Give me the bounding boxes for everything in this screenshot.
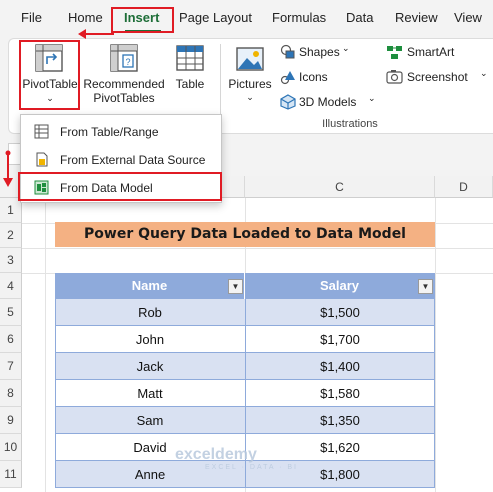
- tab-page-layout[interactable]: Page Layout: [179, 10, 252, 25]
- table-icon: [176, 45, 204, 71]
- gridline: [435, 198, 436, 492]
- screenshot-icon: [386, 70, 403, 84]
- gridline: [22, 248, 493, 249]
- tab-review[interactable]: Review: [395, 10, 438, 25]
- name-cell[interactable]: Jack: [55, 353, 245, 380]
- 3d-models-chevron-icon: ⌄: [368, 93, 376, 103]
- pictures-icon: [236, 47, 264, 71]
- filter-dropdown-icon[interactable]: ▼: [418, 279, 433, 294]
- salary-cell[interactable]: $1,350: [245, 407, 435, 434]
- table-header-salary[interactable]: Salary: [245, 273, 435, 299]
- column-header-c[interactable]: C: [245, 176, 435, 198]
- svg-text:?: ?: [125, 57, 130, 67]
- row-header-3[interactable]: 3: [0, 248, 22, 273]
- name-cell[interactable]: Rob: [55, 299, 245, 326]
- 3d-models-icon: [280, 94, 296, 110]
- table-button[interactable]: Table: [170, 40, 210, 96]
- watermark-name: exceldemy: [175, 446, 257, 463]
- icons-icon: [280, 71, 295, 85]
- row-header-2[interactable]: 2: [0, 223, 22, 248]
- menu-item-label: From Table/Range: [60, 125, 159, 139]
- tab-formulas[interactable]: Formulas: [272, 10, 326, 25]
- tab-file[interactable]: File: [21, 10, 42, 25]
- row-header-10[interactable]: 10: [0, 434, 22, 461]
- recommended-pivottables-icon: ?: [110, 44, 138, 72]
- illustrations-group-label: Illustrations: [322, 118, 378, 130]
- row-header-9[interactable]: 9: [0, 407, 22, 434]
- shapes-icon: [280, 44, 295, 59]
- screenshot-label: Screenshot: [407, 70, 468, 84]
- icons-label: Icons: [299, 70, 328, 84]
- salary-cell[interactable]: $1,400: [245, 353, 435, 380]
- pivottable-highlight: [19, 40, 80, 110]
- row-header-11[interactable]: 11: [0, 461, 22, 488]
- table-range-icon: [34, 124, 49, 139]
- external-data-icon: [36, 152, 48, 167]
- name-cell[interactable]: John: [55, 326, 245, 353]
- screenshot-button[interactable]: Screenshot ⌄: [386, 67, 488, 87]
- row-header-6[interactable]: 6: [0, 326, 22, 353]
- filter-dropdown-icon[interactable]: ▼: [228, 279, 243, 294]
- 3d-models-button[interactable]: 3D Models ⌄: [280, 92, 380, 112]
- menu-item-from-external-data-source[interactable]: From External Data Source: [21, 146, 221, 173]
- watermark-logo: exceldemy EXCEL · DATA · BI: [175, 446, 298, 471]
- smartart-label: SmartArt: [407, 45, 455, 59]
- tab-view[interactable]: View: [454, 10, 482, 25]
- shapes-chevron-icon: ⌄: [342, 43, 350, 53]
- row-header-8[interactable]: 8: [0, 380, 22, 407]
- smartart-icon: [387, 46, 402, 59]
- salary-cell[interactable]: $1,700: [245, 326, 435, 353]
- icons-button[interactable]: Icons: [280, 67, 340, 87]
- pictures-button[interactable]: Pictures ⌄: [226, 44, 274, 106]
- watermark-tagline: EXCEL · DATA · BI: [205, 464, 298, 471]
- row-header-7[interactable]: 7: [0, 353, 22, 380]
- row-header-4[interactable]: 4: [0, 273, 22, 299]
- sheet-title[interactable]: Power Query Data Loaded to Data Model: [55, 222, 435, 247]
- 3d-models-label: 3D Models: [299, 95, 357, 109]
- name-cell[interactable]: Sam: [55, 407, 245, 434]
- menu-item-label: From External Data Source: [60, 153, 206, 167]
- shapes-label: Shapes: [299, 45, 340, 59]
- name-cell[interactable]: Matt: [55, 380, 245, 407]
- row-header-5[interactable]: 5: [0, 299, 22, 326]
- column-header-d[interactable]: D: [435, 176, 493, 198]
- insert-tab-highlight: [111, 7, 174, 33]
- connector-arrow-icon: [3, 150, 13, 187]
- gridline: [45, 198, 46, 492]
- recommended-pivottables-button[interactable]: ? Recommended PivotTables: [83, 40, 165, 110]
- table-header-name[interactable]: Name: [55, 273, 245, 299]
- salary-cell[interactable]: $1,500: [245, 299, 435, 326]
- pictures-label: Pictures: [228, 77, 272, 91]
- recommended-label-line1: Recommended: [83, 77, 165, 91]
- row-header-1[interactable]: 1: [0, 198, 22, 223]
- salary-cell[interactable]: $1,580: [245, 380, 435, 407]
- table-label: Table: [175, 77, 205, 91]
- smartart-button[interactable]: SmartArt: [386, 42, 466, 62]
- tab-home[interactable]: Home: [68, 10, 103, 25]
- menu-item-from-table-range[interactable]: From Table/Range: [21, 118, 221, 145]
- screenshot-chevron-icon: ⌄: [480, 68, 488, 78]
- pictures-chevron-icon: ⌄: [246, 92, 254, 102]
- data-model-highlight: [18, 172, 222, 201]
- shapes-button[interactable]: Shapes ⌄: [280, 42, 352, 62]
- tab-data[interactable]: Data: [346, 10, 373, 25]
- recommended-label-line2: PivotTables: [93, 91, 155, 105]
